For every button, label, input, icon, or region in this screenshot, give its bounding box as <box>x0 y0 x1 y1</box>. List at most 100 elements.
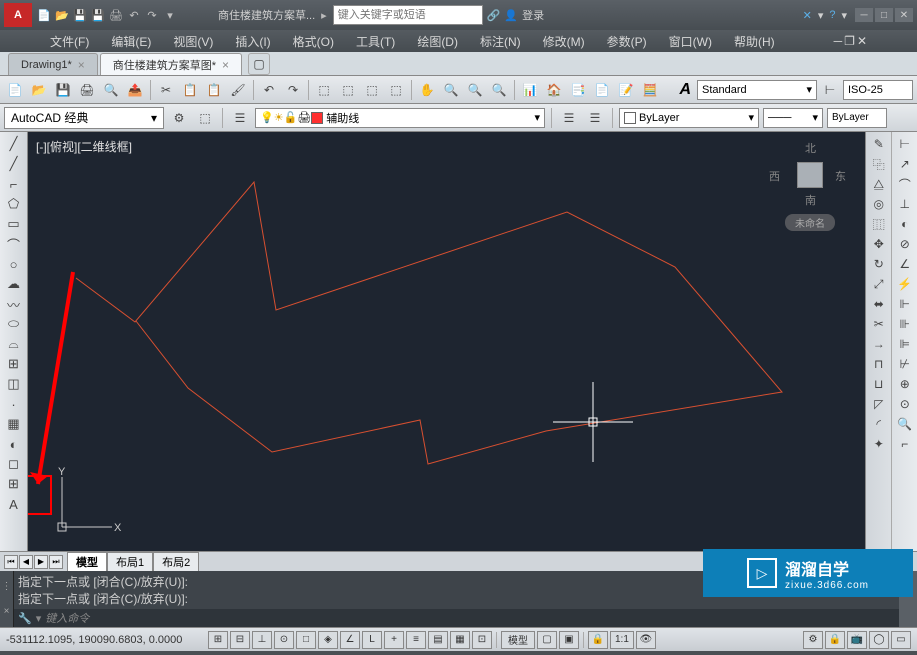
tab-close-icon[interactable]: × <box>222 58 229 72</box>
offset-icon[interactable]: ◎ <box>868 194 890 214</box>
layout-last-icon[interactable]: ⏭ <box>49 555 63 569</box>
menu-modify[interactable]: 修改(M) <box>543 33 585 50</box>
tool2-icon[interactable]: ⬚ <box>337 79 359 101</box>
mirror-icon[interactable]: ⧋ <box>868 174 890 194</box>
copy-icon[interactable]: ⿻ <box>868 154 890 174</box>
layer-manager-icon[interactable]: ☰ <box>229 107 251 129</box>
layout-tab-model[interactable]: 模型 <box>67 552 107 572</box>
search-go-icon[interactable]: 🔗 <box>487 9 501 22</box>
login-link[interactable]: 登录 <box>522 7 544 23</box>
layout-tab-2[interactable]: 布局2 <box>153 552 199 572</box>
menu-file[interactable]: 文件(F) <box>50 33 89 50</box>
toolpalette-icon[interactable]: 📑 <box>567 79 589 101</box>
zoom-realtime-icon[interactable]: 🔍 <box>440 79 462 101</box>
dim-break-icon[interactable]: ⊬ <box>894 354 916 374</box>
star-icon[interactable]: ▾ <box>818 9 824 22</box>
menu-insert[interactable]: 插入(I) <box>235 33 270 50</box>
3dosnap-icon[interactable]: ◈ <box>318 631 338 649</box>
menu-help[interactable]: 帮助(H) <box>734 33 775 50</box>
grid-icon[interactable]: ⊟ <box>230 631 250 649</box>
dim-aligned-icon[interactable]: ↗ <box>894 154 916 174</box>
tab-close-icon[interactable]: × <box>78 58 85 72</box>
tab-active-document[interactable]: 商住楼建筑方案草图* × <box>100 53 242 75</box>
annotation-scale-icon[interactable]: 🔒 <box>588 631 608 649</box>
new-icon[interactable]: 📄 <box>36 7 52 23</box>
undo-icon[interactable]: ↶ <box>258 79 280 101</box>
dim-arc-icon[interactable]: ⌒ <box>894 174 916 194</box>
layout-quick-icon[interactable]: ▢ <box>537 631 557 649</box>
linetype-dropdown[interactable]: ─── ▾ <box>763 108 823 128</box>
markup-icon[interactable]: 📝 <box>615 79 637 101</box>
dyn-icon[interactable]: + <box>384 631 404 649</box>
tolerance-icon[interactable]: ⊕ <box>894 374 916 394</box>
mtext-icon[interactable]: A <box>3 494 25 514</box>
coordinates[interactable]: -531112.1095, 190090.6803, 0.0000 <box>6 634 206 646</box>
stretch-icon[interactable]: ⬌ <box>868 294 890 314</box>
dim-continue-icon[interactable]: ⊪ <box>894 314 916 334</box>
point-icon[interactable]: · <box>3 394 25 414</box>
preview-icon[interactable]: 🔍 <box>100 79 122 101</box>
join-icon[interactable]: ⊔ <box>868 374 890 394</box>
dim-diameter-icon[interactable]: ⊘ <box>894 234 916 254</box>
polar-icon[interactable]: ⊙ <box>274 631 294 649</box>
ducs-icon[interactable]: L <box>362 631 382 649</box>
insert-icon[interactable]: ⊞ <box>3 354 25 374</box>
doc-restore-button[interactable]: ❐ <box>844 34 855 48</box>
block-icon[interactable]: ◫ <box>3 374 25 394</box>
lwt-icon[interactable]: ≡ <box>406 631 426 649</box>
menu-parametric[interactable]: 参数(P) <box>607 33 647 50</box>
paste-icon[interactable]: 📋 <box>203 79 225 101</box>
open-icon[interactable]: 📂 <box>28 79 50 101</box>
modelspace-button[interactable]: 模型 <box>501 631 535 649</box>
help-dropdown-icon[interactable]: ▾ <box>841 9 847 22</box>
layout-prev-icon[interactable]: ◀ <box>19 555 33 569</box>
designcenter-icon[interactable]: 🏠 <box>543 79 565 101</box>
menu-edit[interactable]: 编辑(E) <box>111 33 151 50</box>
redo-icon[interactable]: ↷ <box>144 7 160 23</box>
viewcube-face[interactable] <box>797 162 823 188</box>
xline-icon[interactable]: ╱ <box>3 154 25 174</box>
minimize-button[interactable]: ─ <box>855 8 873 22</box>
tool1-icon[interactable]: ⬚ <box>313 79 335 101</box>
spline-icon[interactable]: 〰 <box>3 294 25 314</box>
layer-dropdown[interactable]: 💡 ☀ 🔓 🖨 辅助线 ▾ <box>255 108 545 128</box>
gear-icon[interactable]: ⚙ <box>168 107 190 129</box>
region-icon[interactable]: ◻ <box>3 454 25 474</box>
new-tab-button[interactable]: ▢ <box>248 53 270 75</box>
dim-linear-icon[interactable]: ⊢ <box>894 134 916 154</box>
menu-dimension[interactable]: 标注(N) <box>480 33 521 50</box>
close-icon[interactable]: × <box>4 606 10 617</box>
clean-screen-icon[interactable]: ▭ <box>891 631 911 649</box>
ws-switch-icon[interactable]: ⚙ <box>803 631 823 649</box>
sc-icon[interactable]: ⊡ <box>472 631 492 649</box>
properties-icon[interactable]: 📊 <box>519 79 541 101</box>
cut-icon[interactable]: ✂ <box>155 79 177 101</box>
ellipse-arc-icon[interactable]: ⌓ <box>3 334 25 354</box>
dim-quick-icon[interactable]: ⚡ <box>894 274 916 294</box>
isolate-icon[interactable]: ◯ <box>869 631 889 649</box>
inspect-icon[interactable]: 🔍 <box>894 414 916 434</box>
arc-icon[interactable]: ⌒ <box>3 234 25 254</box>
polygon-icon[interactable]: ⬠ <box>3 194 25 214</box>
center-mark-icon[interactable]: ⊙ <box>894 394 916 414</box>
ellipse-icon[interactable]: ⬭ <box>3 314 25 334</box>
otrack-icon[interactable]: ∠ <box>340 631 360 649</box>
lineweight-dropdown[interactable]: ByLayer <box>827 108 887 128</box>
tab-drawing1[interactable]: Drawing1* × <box>8 53 98 75</box>
publish-icon[interactable]: 📤 <box>124 79 146 101</box>
array-icon[interactable]: ⿲ <box>868 214 890 234</box>
dim-angular-icon[interactable]: ∠ <box>894 254 916 274</box>
tool4-icon[interactable]: ⬚ <box>385 79 407 101</box>
menu-window[interactable]: 窗口(W) <box>669 33 712 50</box>
copy-icon[interactable]: 📋 <box>179 79 201 101</box>
drawing-canvas[interactable]: [-][俯视][二维线框] X Y 北 南 西 东 <box>28 132 865 551</box>
hatch-icon[interactable]: ▦ <box>3 414 25 434</box>
menu-tools[interactable]: 工具(T) <box>356 33 395 50</box>
search-input[interactable] <box>334 9 482 21</box>
pan-icon[interactable]: ✋ <box>416 79 438 101</box>
textstyle-dropdown[interactable]: Standard ▾ <box>697 80 817 100</box>
save-icon[interactable]: 💾 <box>72 7 88 23</box>
doc-minimize-button[interactable]: ─ <box>834 34 843 48</box>
textstyle-icon[interactable]: A <box>679 81 691 99</box>
dimstyle-icon[interactable]: ⊢ <box>819 79 841 101</box>
